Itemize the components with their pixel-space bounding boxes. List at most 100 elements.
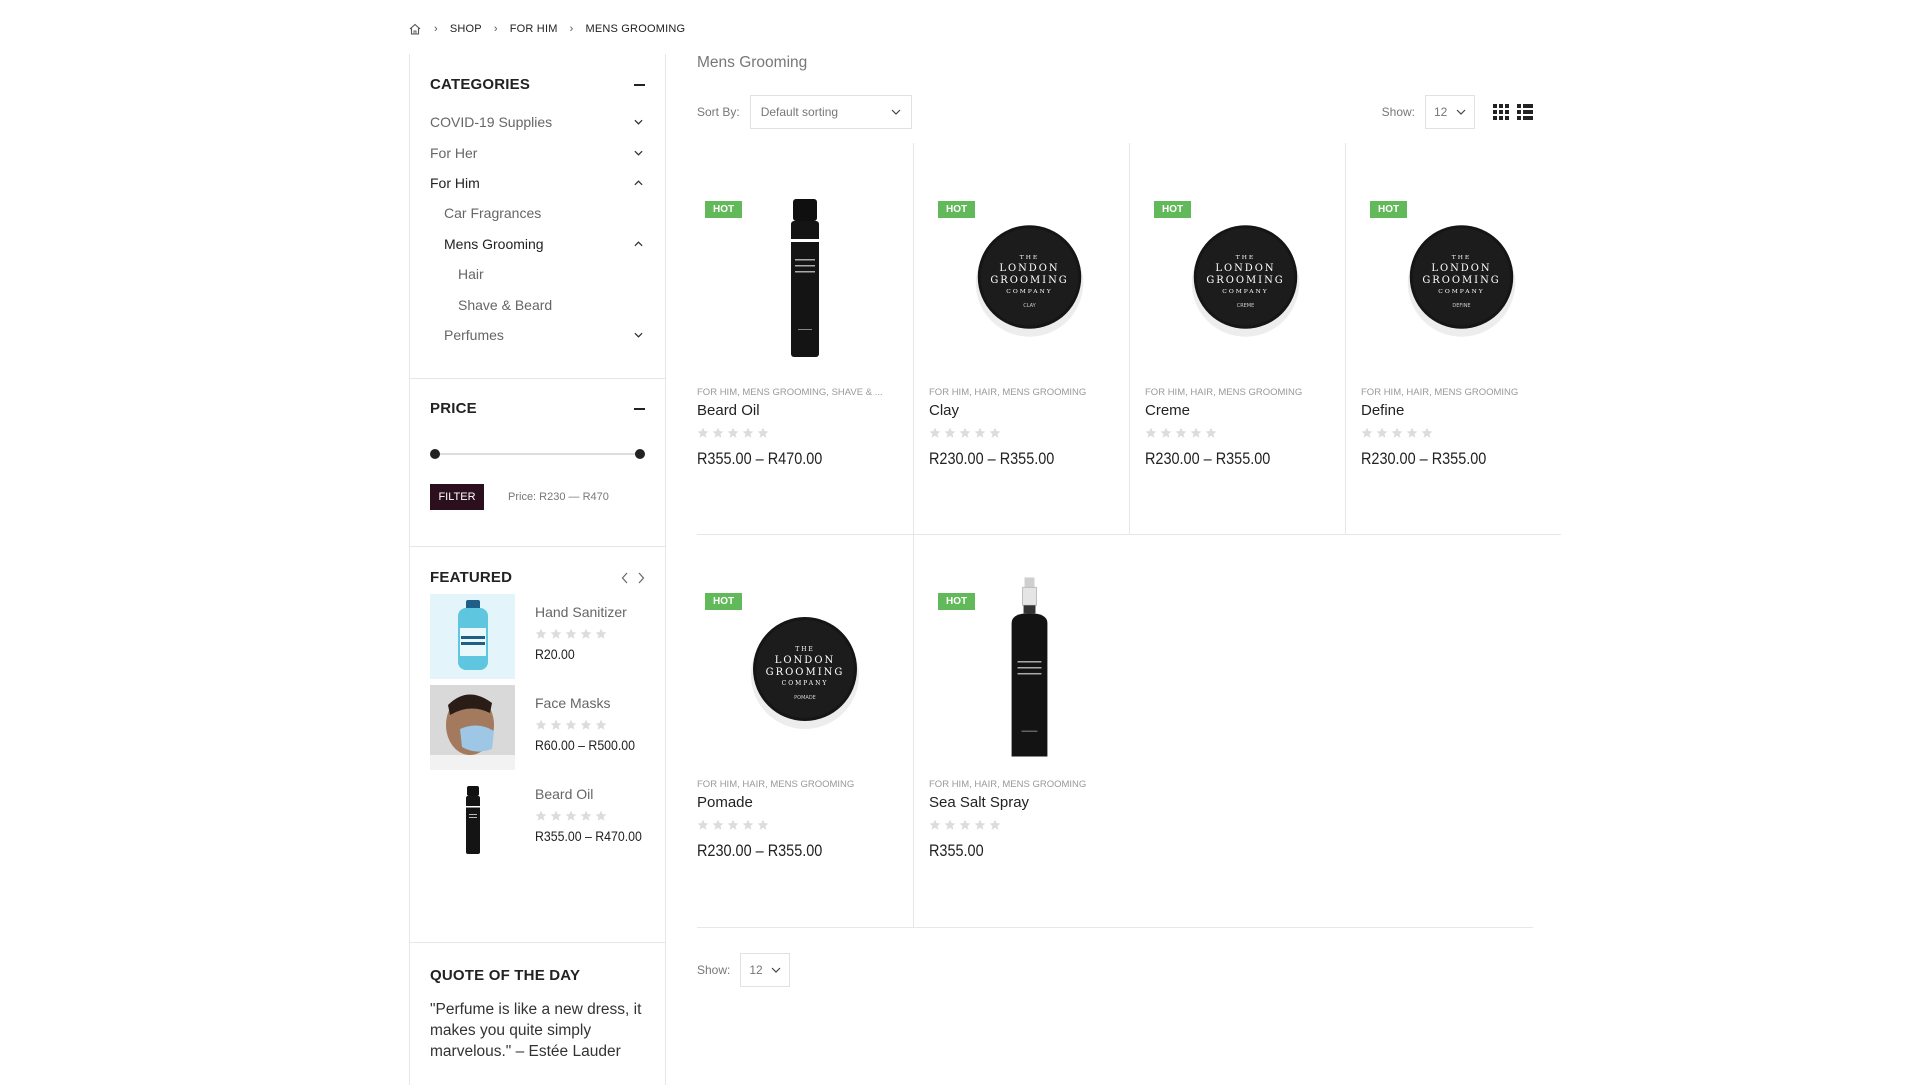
star-icon <box>565 719 577 730</box>
star-icon <box>1205 427 1217 438</box>
quote-title: QUOTE OF THE DAY <box>430 967 581 984</box>
tin-brand-text: THE <box>795 646 815 653</box>
featured-item[interactable]: Beard Oil R355.00 – R470.00 <box>430 776 645 867</box>
star-icon <box>929 819 941 830</box>
product-categories[interactable]: FOR HIM, HAIR, MENS GROOMING <box>929 779 1119 790</box>
product-name[interactable]: Creme <box>1145 402 1345 419</box>
chevron-down-icon[interactable] <box>633 150 643 156</box>
featured-price: R60.00 – R500.00 <box>535 737 636 753</box>
collapse-icon[interactable] <box>634 83 645 86</box>
show-select-bottom[interactable]: 12 <box>740 953 791 987</box>
category-label[interactable]: Car Fragrances <box>444 205 541 221</box>
featured-item[interactable]: Face Masks R60.00 – R500.00 <box>430 685 645 776</box>
featured-name[interactable]: Face Masks <box>535 695 649 711</box>
list-view-icon[interactable] <box>1517 104 1533 120</box>
star-icon <box>974 427 986 438</box>
category-label[interactable]: For Him <box>430 175 480 191</box>
product-card[interactable]: HOT THE LONDON GROOMING COMPANY CREME FOR HIM,… <box>1129 143 1345 535</box>
collapse-icon[interactable] <box>634 407 645 410</box>
product-categories[interactable]: FOR HIM, MENS GROOMING, SHAVE & ... <box>697 387 887 398</box>
product-name[interactable]: Define <box>1361 402 1561 419</box>
rating-stars <box>1145 427 1345 439</box>
category-list: COVID-19 Supplies For Her For Him Car Fragr… <box>430 107 645 350</box>
featured-name[interactable]: Beard Oil <box>535 786 656 802</box>
tin-product-label: CREME <box>1237 303 1255 309</box>
chevron-down-icon[interactable] <box>633 119 643 125</box>
product-name[interactable]: Pomade <box>697 794 913 811</box>
product-categories[interactable]: FOR HIM, HAIR, MENS GROOMING <box>1361 387 1551 398</box>
category-item[interactable]: Shave & Beard <box>430 289 645 319</box>
hand-sanitizer-image[interactable] <box>430 594 515 679</box>
category-item[interactable]: Car Fragrances <box>430 198 645 228</box>
tin-brand-text: GROOMING <box>1422 275 1500 286</box>
star-icon <box>595 719 607 730</box>
product-card[interactable]: HOT THE LONDON GROOMING COMPANY POMADE FOR HIM… <box>697 535 913 927</box>
breadcrumb-for-him[interactable]: FOR HIM <box>510 23 558 35</box>
product-categories[interactable]: FOR HIM, HAIR, MENS GROOMING <box>1145 387 1335 398</box>
chevron-up-icon[interactable] <box>633 180 643 186</box>
star-icon <box>757 427 769 438</box>
quote-widget: QUOTE OF THE DAY "Perfume is like a new … <box>410 943 665 1062</box>
star-icon <box>989 427 1001 438</box>
category-label[interactable]: For Her <box>430 145 477 161</box>
show-select[interactable]: 12 <box>1425 95 1475 129</box>
product-price: R355.00 <box>929 841 984 860</box>
product-categories[interactable]: FOR HIM, HAIR, MENS GROOMING <box>697 779 887 790</box>
star-icon <box>742 427 754 438</box>
category-label[interactable]: Hair <box>458 266 484 282</box>
grid-view-icon[interactable] <box>1493 104 1509 120</box>
category-label[interactable]: Mens Grooming <box>444 236 544 252</box>
product-card[interactable]: HOT THE LONDON GROOMING COMPANY DEFINE FOR HIM… <box>1345 143 1561 535</box>
breadcrumb-shop[interactable]: SHOP <box>450 23 482 35</box>
face-mask-image[interactable] <box>430 685 515 770</box>
category-item[interactable]: For Him <box>430 168 645 198</box>
sidebar: CATEGORIES COVID-19 Supplies For Her For H… <box>409 54 666 1085</box>
price-header[interactable]: PRICE <box>430 400 645 417</box>
tin-brand-text: COMPANY <box>782 680 829 687</box>
chevron-right-icon[interactable] <box>637 572 645 584</box>
category-item[interactable]: Hair <box>430 259 645 289</box>
product-name[interactable]: Sea Salt Spray <box>929 794 1129 811</box>
featured-item[interactable]: Hand Sanitizer R20.00 <box>430 594 645 685</box>
beard-oil-image[interactable] <box>430 776 515 861</box>
star-icon <box>697 427 709 438</box>
product-name[interactable]: Beard Oil <box>697 402 913 419</box>
category-item[interactable]: COVID-19 Supplies <box>430 107 645 137</box>
category-item[interactable]: For Her <box>430 137 645 167</box>
product-card[interactable]: HOT THE LONDON GROOMING COMPANY CLAY FOR HIM, … <box>913 143 1129 535</box>
chevron-down-icon[interactable] <box>633 332 643 338</box>
rating-stars <box>929 427 1129 439</box>
star-icon <box>1175 427 1187 438</box>
tin-brand-text: THE <box>1452 254 1472 261</box>
sort-select[interactable]: Default sorting <box>749 95 912 129</box>
categories-header[interactable]: CATEGORIES <box>430 76 645 93</box>
home-icon[interactable] <box>408 22 422 36</box>
tin-brand-text: THE <box>1236 254 1256 261</box>
category-item[interactable]: Mens Grooming <box>430 229 645 259</box>
price-slider-min-handle[interactable] <box>430 449 440 459</box>
chevron-up-icon[interactable] <box>633 241 643 247</box>
category-label[interactable]: Perfumes <box>444 327 504 343</box>
show-label: Show: <box>697 963 731 977</box>
product-name[interactable]: Clay <box>929 402 1129 419</box>
star-icon <box>1361 427 1373 438</box>
categories-title: CATEGORIES <box>430 76 531 93</box>
category-item[interactable]: Perfumes <box>430 320 645 350</box>
price-slider-max-handle[interactable] <box>635 449 645 459</box>
product-card[interactable]: HOT FOR HIM, HAIR, MENS GROOMING Sea Salt … <box>913 535 1129 927</box>
chevron-left-icon[interactable] <box>621 572 629 584</box>
category-label[interactable]: COVID-19 Supplies <box>430 114 552 130</box>
star-icon <box>712 427 724 438</box>
price-slider[interactable] <box>430 449 645 459</box>
filter-button[interactable]: FILTER <box>430 484 484 510</box>
category-label[interactable]: Shave & Beard <box>458 297 552 313</box>
product-categories[interactable]: FOR HIM, HAIR, MENS GROOMING <box>929 387 1119 398</box>
star-icon <box>974 819 986 830</box>
show-value: 12 <box>1434 105 1448 119</box>
product-card[interactable]: HOT FOR HIM, MENS GROOMING, SHAVE & ... Be… <box>697 143 913 535</box>
star-icon <box>1190 427 1202 438</box>
tin-brand-text: LONDON <box>1215 263 1275 274</box>
quote-text: "Perfume is like a new dress, it makes y… <box>430 1001 642 1060</box>
featured-name[interactable]: Hand Sanitizer <box>535 604 627 620</box>
star-icon <box>595 810 607 821</box>
